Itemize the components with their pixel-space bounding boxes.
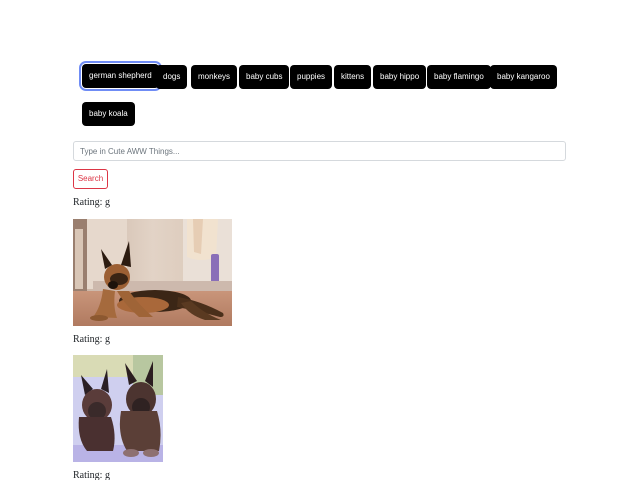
two-german-shepherds-gif <box>73 355 163 462</box>
rating-label: Rating: g <box>73 334 110 345</box>
topic-button-german-shepherd[interactable]: german shepherd <box>79 61 162 91</box>
topic-button-kittens[interactable]: kittens <box>334 65 372 89</box>
german-shepherd-gif <box>73 219 232 326</box>
search-input[interactable] <box>73 141 566 161</box>
topic-button-monkeys[interactable]: monkeys <box>191 65 238 89</box>
topic-button-dogs[interactable]: dogs <box>156 65 188 89</box>
topic-button-baby-hippo[interactable]: baby hippo <box>373 65 427 89</box>
topic-button-baby-flamingo[interactable]: baby flamingo <box>427 65 491 89</box>
topic-button-baby-kangaroo[interactable]: baby kangaroo <box>490 65 557 89</box>
lying-dog-image <box>73 219 232 326</box>
rating-label: Rating: g <box>73 470 110 480</box>
topic-button-baby-koala[interactable]: baby koala <box>82 102 135 126</box>
topic-button-baby-cubs[interactable]: baby cubs <box>239 65 290 89</box>
topic-button-puppies[interactable]: puppies <box>290 65 333 89</box>
two-dogs-image <box>73 355 163 462</box>
search-button[interactable]: Search <box>73 169 108 189</box>
rating-label: Rating: g <box>73 197 110 208</box>
